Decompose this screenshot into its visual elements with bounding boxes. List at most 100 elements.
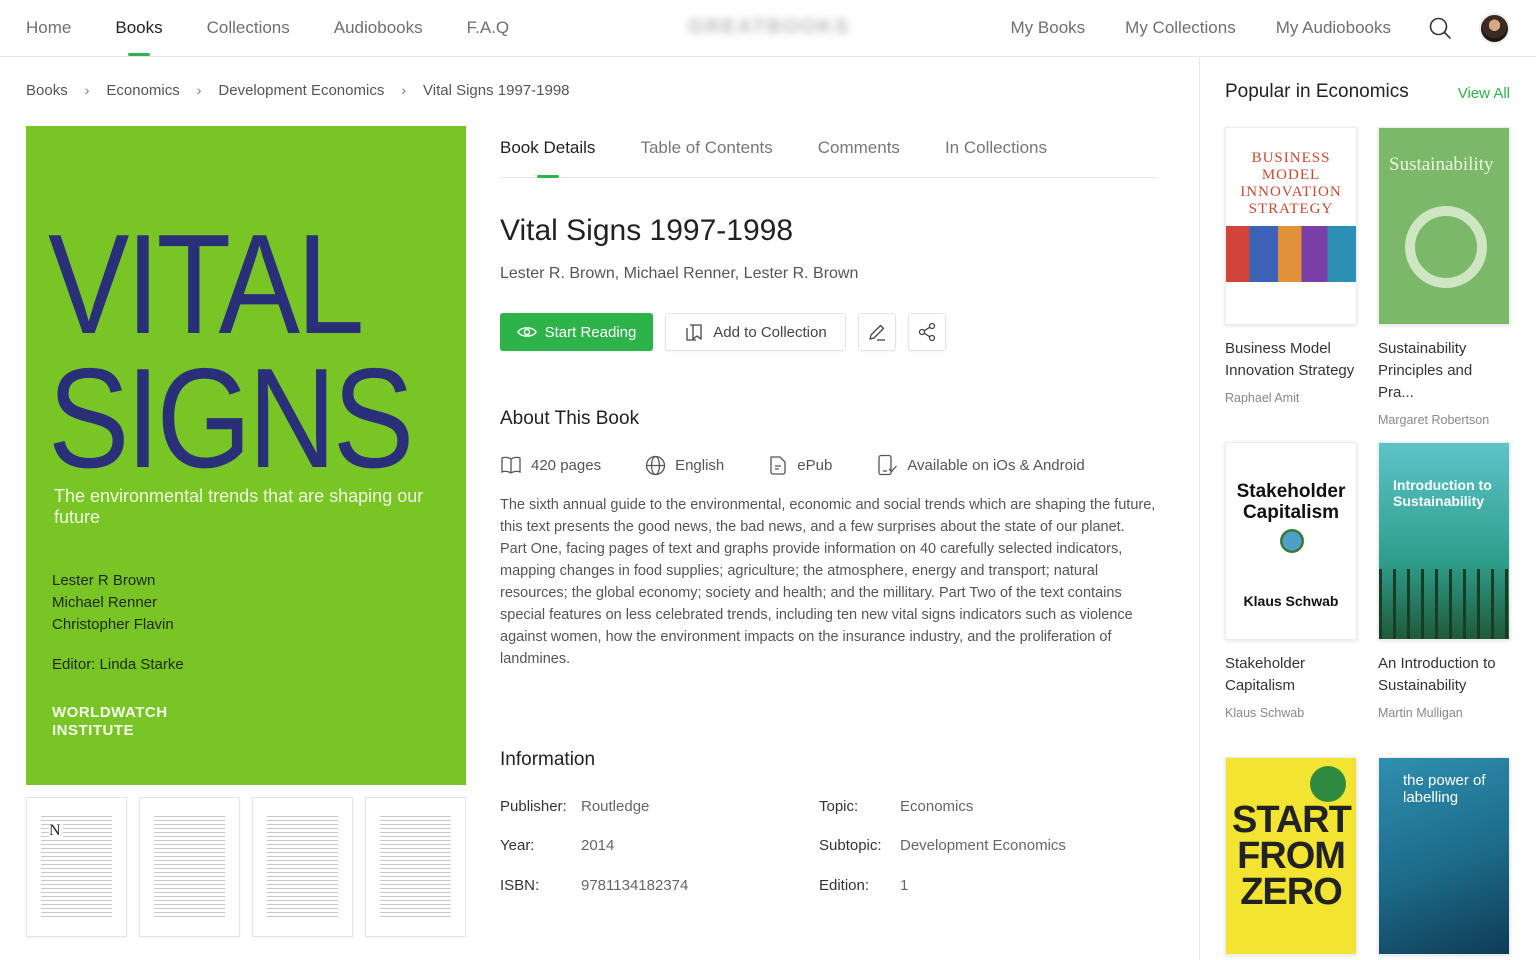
site-logo[interactable]: GREATBOOKS xyxy=(686,14,852,40)
nav-books[interactable]: Books xyxy=(115,0,162,56)
cover-text: START FROM ZERO xyxy=(1232,799,1352,913)
start-reading-button[interactable]: Start Reading xyxy=(500,313,653,351)
isbn-value: 9781134182374 xyxy=(581,876,689,894)
page-previews: N xyxy=(26,797,466,937)
tab-book-details[interactable]: Book Details xyxy=(500,128,595,168)
subtopic-value[interactable]: Development Economics xyxy=(900,837,1066,854)
cover-author-text: Klaus Schwab xyxy=(1243,593,1339,609)
cover-text: BUSINESS MODEL INNOVATION STRATEGY xyxy=(1240,150,1342,217)
user-avatar[interactable] xyxy=(1479,12,1510,44)
start-reading-label: Start Reading xyxy=(544,323,637,341)
page-preview-thumbnail[interactable] xyxy=(139,797,240,937)
book-description: The sixth annual guide to the environmen… xyxy=(500,494,1160,670)
tab-in-collections[interactable]: In Collections xyxy=(945,128,1047,168)
book-authors: Lester R. Brown, Michael Renner, Lester … xyxy=(500,265,859,282)
information-heading: Information xyxy=(500,749,596,770)
book-title: Vital Signs 1997-1998 xyxy=(500,214,793,247)
cover-publisher: WORLDWATCH INSTITUTE xyxy=(52,704,168,740)
share-button[interactable] xyxy=(908,313,946,351)
isbn-row: ISBN: 9781134182374 xyxy=(500,875,688,895)
edit-button[interactable] xyxy=(858,313,896,351)
add-to-collection-button[interactable]: Add to Collection xyxy=(665,313,846,351)
cover-artwork xyxy=(1226,226,1356,282)
globe-icon xyxy=(645,455,666,475)
book-card[interactable]: Introduction to Sustainability An Introd… xyxy=(1378,442,1511,720)
book-card-author: Martin Mulligan xyxy=(1378,706,1463,720)
book-meta: 420 pages English ePub Available on iOs … xyxy=(500,453,1129,477)
book-card-title: An Introduction to Sustainability xyxy=(1378,655,1496,694)
year-row: Year: 2014 xyxy=(500,835,614,855)
nav-collections[interactable]: Collections xyxy=(207,0,290,56)
book-card-title: Stakeholder Capitalism xyxy=(1225,655,1306,694)
breadcrumb-books[interactable]: Books xyxy=(26,82,68,99)
book-card[interactable]: Sustainability Sustainability Principles… xyxy=(1378,127,1511,427)
book-card-author: Klaus Schwab xyxy=(1225,706,1305,720)
book-card[interactable]: BUSINESS MODEL INNOVATION STRATEGY Busin… xyxy=(1225,127,1358,405)
topic-value[interactable]: Economics xyxy=(900,798,973,815)
cover-text: Stakeholder Capitalism xyxy=(1236,481,1346,523)
year-value: 2014 xyxy=(581,836,615,854)
nav-faq[interactable]: F.A.Q xyxy=(467,0,510,56)
publisher-label: Publisher: xyxy=(500,797,567,815)
topic-label: Topic: xyxy=(819,797,859,815)
cover-publisher-line: INSTITUTE xyxy=(52,722,134,739)
tab-comments[interactable]: Comments xyxy=(818,128,900,168)
breadcrumb-current: Vital Signs 1997-1998 xyxy=(423,81,570,99)
cover-editor: Editor: Linda Starke xyxy=(52,656,184,673)
page-preview-thumbnail[interactable] xyxy=(252,797,353,937)
book-card[interactable]: Stakeholder Capitalism Klaus Schwab Stak… xyxy=(1225,442,1358,720)
view-all-link[interactable]: View All xyxy=(1458,85,1510,102)
nav-audiobooks[interactable]: Audiobooks xyxy=(334,0,423,56)
page-preview-thumbnail[interactable] xyxy=(365,797,466,937)
cover-title-line-1: VITAL xyxy=(48,205,365,364)
book-card-cover: Introduction to Sustainability xyxy=(1378,442,1510,640)
description-paragraph: The sixth annual guide to the environmen… xyxy=(500,497,1156,535)
book-open-icon xyxy=(501,456,521,474)
book-cover[interactable]: VITAL SIGNS The environmental trends tha… xyxy=(26,126,466,785)
chevron-right-icon: › xyxy=(196,82,202,98)
chevron-right-icon: › xyxy=(84,82,90,98)
breadcrumb-development-economics[interactable]: Development Economics xyxy=(218,82,384,99)
collection-icon xyxy=(686,324,702,341)
edition-value: 1 xyxy=(900,876,909,894)
cover-author: Lester R Brown xyxy=(52,572,156,589)
eye-icon xyxy=(516,327,537,337)
book-card-cover: BUSINESS MODEL INNOVATION STRATEGY xyxy=(1225,127,1357,325)
cover-text: Sustainability xyxy=(1389,154,1494,175)
pages-meta: 420 pages xyxy=(500,455,601,475)
search-icon[interactable] xyxy=(1427,15,1453,41)
subtopic-label: Subtopic: xyxy=(819,836,882,854)
nav-home[interactable]: Home xyxy=(26,0,71,56)
book-actions: Start Reading Add to Collection xyxy=(500,313,946,351)
nav-my-collections[interactable]: My Collections xyxy=(1125,0,1236,56)
tab-table-of-contents[interactable]: Table of Contents xyxy=(640,128,772,168)
book-card-cover: START FROM ZERO xyxy=(1225,757,1357,955)
book-card-cover: Stakeholder Capitalism Klaus Schwab xyxy=(1225,442,1357,640)
language-meta: English xyxy=(645,455,724,476)
popular-sidebar: Popular in Economics View All BUSINESS M… xyxy=(1199,57,1536,960)
top-navigation: Home Books Collections Audiobooks F.A.Q … xyxy=(0,0,1536,57)
format-meta: ePub xyxy=(768,455,832,476)
page-preview-thumbnail[interactable]: N xyxy=(26,797,127,937)
cover-text: the power of labelling xyxy=(1403,772,1486,806)
pencil-icon xyxy=(869,324,885,341)
nav-my-audiobooks[interactable]: My Audiobooks xyxy=(1276,0,1391,56)
availability-meta: Available on iOs & Android xyxy=(876,454,1085,476)
cover-author: Michael Renner xyxy=(52,594,158,611)
publisher-value[interactable]: Routledge xyxy=(581,798,649,815)
nav-my-books[interactable]: My Books xyxy=(1011,0,1086,56)
chevron-right-icon: › xyxy=(401,82,406,98)
breadcrumb-economics[interactable]: Economics xyxy=(106,82,179,99)
mobile-check-icon xyxy=(878,454,898,476)
globe-artwork xyxy=(1280,529,1304,553)
sidebar-title: Popular in Economics xyxy=(1225,81,1409,102)
book-card[interactable]: START FROM ZERO xyxy=(1225,757,1358,955)
primary-nav: Home Books Collections Audiobooks F.A.Q xyxy=(26,0,553,56)
subtopic-row: Subtopic: Development Economics xyxy=(819,835,1066,855)
cover-publisher-line: WORLDWATCH xyxy=(52,704,168,721)
edition-row: Edition: 1 xyxy=(819,875,908,895)
cover-title-line-2: SIGNS xyxy=(48,339,414,498)
book-card[interactable]: the power of labelling xyxy=(1378,757,1511,955)
book-card-author: Margaret Robertson xyxy=(1378,413,1490,427)
user-nav: My Books My Collections My Audiobooks xyxy=(971,0,1510,56)
